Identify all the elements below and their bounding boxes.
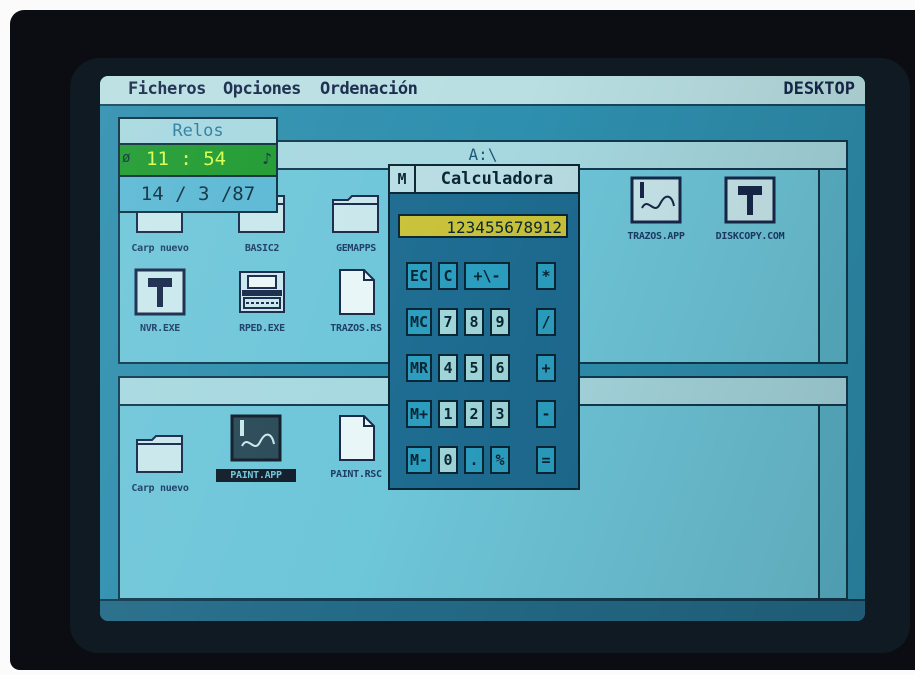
key-decimal[interactable]: . [464, 446, 484, 474]
calculator-window: M Calculadora 123455678912 EC C +\- * MC… [388, 164, 580, 490]
hammer-icon [724, 176, 776, 224]
status-strip [100, 599, 865, 621]
vertical-scrollbar[interactable] [818, 170, 846, 362]
icon-label: NVR.EXE [139, 323, 181, 334]
screen: Ficheros Opciones Ordenación DESKTOP A:\… [100, 76, 865, 621]
calculator-title-bar[interactable]: M Calculadora [390, 166, 578, 194]
icon-label: BASIC2 [244, 243, 280, 254]
folder-icon [136, 435, 183, 473]
vertical-scrollbar[interactable] [818, 406, 846, 598]
clock-accessory[interactable]: Relos ø 11 : 54 ♪ 14 / 3 /87 [118, 117, 278, 213]
key-plus-minus[interactable]: +\- [464, 262, 510, 290]
clock-time: 11 : 54 [146, 148, 227, 170]
calculator-display: 123455678912 [398, 214, 568, 238]
icon-label: Carp nuevo [131, 483, 189, 494]
menu-ordenacion[interactable]: Ordenación [320, 79, 418, 99]
icon-label: GEMAPPS [335, 243, 377, 254]
folder-gemapps[interactable]: GEMAPPS [316, 188, 396, 254]
key-m-minus[interactable]: M- [406, 446, 432, 474]
key-5[interactable]: 5 [464, 354, 484, 382]
icon-label: PAINT.RSC [330, 469, 382, 480]
icon-label: Carp nuevo [131, 243, 189, 254]
clock-date: 14 / 3 /87 [120, 177, 276, 211]
hammer-icon [134, 268, 186, 316]
key-mc[interactable]: MC [406, 308, 432, 336]
typewriter-icon [239, 271, 285, 313]
file-trazos-rsc[interactable]: TRAZOS.RS [316, 268, 396, 334]
clock-title[interactable]: Relos [120, 119, 276, 145]
key-divide[interactable]: / [536, 308, 556, 336]
desktop-label[interactable]: DESKTOP [783, 79, 855, 99]
key-ec[interactable]: EC [406, 262, 432, 290]
app-nvr[interactable]: NVR.EXE [120, 268, 200, 334]
paint-app-icon [230, 414, 282, 462]
calculator-title: Calculadora [440, 169, 554, 189]
menu-ficheros[interactable]: Ficheros [128, 79, 206, 99]
key-equals[interactable]: = [536, 446, 556, 474]
key-plus[interactable]: + [536, 354, 556, 382]
icon-label: TRAZOS.APP [627, 231, 685, 242]
icon-label: DISKCOPY.COM [715, 231, 785, 242]
key-8[interactable]: 8 [464, 308, 484, 336]
icon-label-selected: PAINT.APP [216, 469, 296, 482]
folder-icon [332, 195, 379, 233]
key-7[interactable]: 7 [438, 308, 458, 336]
key-0[interactable]: 0 [438, 446, 458, 474]
folder-carp-nuevo-2[interactable]: Carp nuevo [120, 428, 200, 494]
app-diskcopy[interactable]: DISKCOPY.COM [710, 176, 790, 242]
key-multiply[interactable]: * [536, 262, 556, 290]
clock-icon: ø [122, 150, 131, 166]
key-minus[interactable]: - [536, 400, 556, 428]
key-m-plus[interactable]: M+ [406, 400, 432, 428]
file-paint-rsc[interactable]: PAINT.RSC [316, 414, 396, 480]
app-trazos[interactable]: TRAZOS.APP [616, 176, 696, 242]
icon-label: RPED.EXE [239, 323, 285, 334]
key-mr[interactable]: MR [406, 354, 432, 382]
paint-app-icon [630, 176, 682, 224]
menu-opciones[interactable]: Opciones [223, 79, 301, 99]
key-2[interactable]: 2 [464, 400, 484, 428]
icon-label: TRAZOS.RS [330, 323, 382, 334]
clock-time-row: ø 11 : 54 ♪ [120, 145, 276, 177]
key-6[interactable]: 6 [490, 354, 510, 382]
alarm-icon[interactable]: ♪ [262, 149, 272, 168]
key-1[interactable]: 1 [438, 400, 458, 428]
close-button[interactable]: M [390, 166, 416, 192]
key-3[interactable]: 3 [490, 400, 510, 428]
document-icon [339, 269, 375, 315]
document-icon [339, 415, 375, 461]
app-paint[interactable]: PAINT.APP [216, 414, 296, 482]
key-4[interactable]: 4 [438, 354, 458, 382]
app-rped[interactable]: RPED.EXE [222, 268, 302, 334]
key-c[interactable]: C [438, 262, 458, 290]
key-9[interactable]: 9 [490, 308, 510, 336]
key-percent[interactable]: % [490, 446, 510, 474]
menu-bar: Ficheros Opciones Ordenación DESKTOP [100, 76, 865, 106]
